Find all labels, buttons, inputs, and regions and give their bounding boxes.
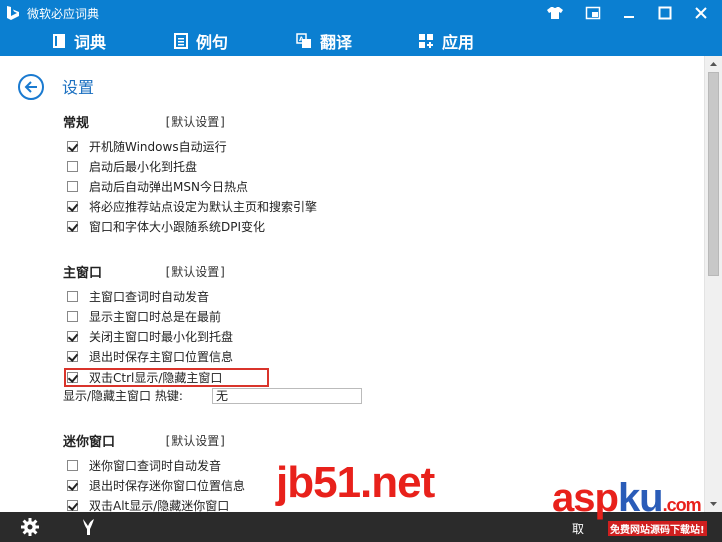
option-label: 主窗口查词时自动发音 bbox=[89, 289, 210, 304]
mini-mode-icon[interactable] bbox=[576, 0, 610, 26]
checkbox[interactable] bbox=[67, 310, 78, 322]
minimize-icon[interactable] bbox=[612, 0, 646, 26]
window-title: 微软必应词典 bbox=[27, 7, 100, 21]
book-icon bbox=[53, 34, 65, 48]
checkbox[interactable] bbox=[67, 180, 78, 192]
option-default-homepage[interactable]: 将必应推荐站点设定为默认主页和搜索引擎 bbox=[67, 198, 317, 214]
option-label: 将必应推荐站点设定为默认主页和搜索引擎 bbox=[89, 199, 318, 214]
option-mini-auto-pronounce[interactable]: 迷你窗口查词时自动发音 bbox=[67, 457, 221, 473]
bird-icon[interactable] bbox=[80, 517, 102, 537]
translate-icon: A bbox=[296, 33, 311, 48]
checkbox[interactable] bbox=[67, 330, 78, 342]
checkbox[interactable] bbox=[67, 350, 78, 362]
option-msn-hot[interactable]: 启动后自动弹出MSN今日热点 bbox=[67, 178, 248, 194]
maximize-icon[interactable] bbox=[648, 0, 682, 26]
checkbox[interactable] bbox=[67, 479, 78, 491]
watermark-aspku-b: ku bbox=[617, 476, 664, 520]
section-title-main-window: 主窗口 bbox=[63, 266, 103, 281]
checkbox[interactable] bbox=[67, 220, 78, 232]
title-bar: 微软必应词典 bbox=[0, 0, 722, 26]
examples-icon bbox=[174, 33, 188, 49]
highlight-box bbox=[64, 368, 269, 387]
option-label: 显示主窗口时总是在最前 bbox=[89, 309, 222, 324]
option-save-main-position[interactable]: 退出时保存主窗口位置信息 bbox=[67, 348, 233, 364]
settings-content: 设置 常规 [默认设置] 开机随Windows自动运行 启动后最小化到托盘 启动… bbox=[0, 56, 704, 512]
option-auto-pronounce[interactable]: 主窗口查词时自动发音 bbox=[67, 288, 209, 304]
scroll-thumb[interactable] bbox=[708, 72, 719, 276]
tab-dictionary-label: 词典 bbox=[74, 33, 107, 52]
tab-apps[interactable]: 应用 bbox=[418, 30, 474, 52]
scroll-up-arrow-icon[interactable] bbox=[705, 56, 722, 72]
vertical-scrollbar[interactable] bbox=[704, 56, 722, 512]
reset-mini-window-link[interactable]: [默认设置] bbox=[164, 432, 226, 449]
hotkey-input[interactable]: 无 bbox=[212, 388, 362, 404]
tab-translate[interactable]: A 翻译 bbox=[296, 30, 352, 52]
skin-icon[interactable] bbox=[538, 0, 572, 26]
option-label: 窗口和字体大小跟随系统DPI变化 bbox=[89, 219, 266, 234]
checkbox[interactable] bbox=[67, 459, 78, 471]
app-logo-icon bbox=[6, 5, 20, 21]
nav-bar: 词典 例句 A 翻译 应用 bbox=[0, 26, 722, 56]
option-label: 开机随Windows自动运行 bbox=[89, 139, 227, 154]
option-double-alt[interactable]: 双击Alt显示/隐藏迷你窗口 bbox=[67, 497, 229, 512]
option-save-mini-position[interactable]: 退出时保存迷你窗口位置信息 bbox=[67, 477, 245, 493]
checkbox[interactable] bbox=[67, 499, 78, 511]
back-button[interactable] bbox=[18, 74, 44, 100]
section-title-mini-window: 迷你窗口 bbox=[63, 435, 116, 450]
watermark-aspku-com: .com bbox=[662, 495, 702, 515]
watermark-aspku-sub: 免费网站源码下载站! bbox=[608, 521, 707, 536]
option-run-on-startup[interactable]: 开机随Windows自动运行 bbox=[67, 138, 227, 154]
watermark-jb51: jb51.net bbox=[276, 458, 435, 507]
reset-general-link[interactable]: [默认设置] bbox=[164, 113, 226, 130]
apps-icon bbox=[419, 34, 433, 48]
back-arrow-icon bbox=[24, 81, 37, 93]
option-label: 关闭主窗口时最小化到托盘 bbox=[89, 329, 234, 344]
option-label: 迷你窗口查词时自动发音 bbox=[89, 458, 222, 473]
checkbox[interactable] bbox=[67, 200, 78, 212]
page-title: 设置 bbox=[62, 78, 95, 97]
tab-dictionary[interactable]: 词典 bbox=[52, 30, 106, 52]
tab-translate-label: 翻译 bbox=[320, 33, 353, 52]
tab-examples[interactable]: 例句 bbox=[174, 30, 228, 52]
option-label: 启动后自动弹出MSN今日热点 bbox=[89, 179, 248, 194]
option-label: 双击Alt显示/隐藏迷你窗口 bbox=[89, 498, 230, 513]
checkbox[interactable] bbox=[67, 140, 78, 152]
option-label: 退出时保存主窗口位置信息 bbox=[89, 349, 234, 364]
cancel-button[interactable]: 取 bbox=[572, 520, 584, 537]
settings-gear-icon[interactable] bbox=[20, 517, 42, 537]
reset-main-window-link[interactable]: [默认设置] bbox=[164, 263, 226, 280]
section-title-general: 常规 bbox=[63, 116, 90, 131]
svg-text:A: A bbox=[299, 36, 304, 43]
scroll-down-arrow-icon[interactable] bbox=[705, 496, 722, 512]
close-icon[interactable] bbox=[684, 0, 718, 26]
option-close-to-tray[interactable]: 关闭主窗口时最小化到托盘 bbox=[67, 328, 233, 344]
checkbox[interactable] bbox=[67, 290, 78, 302]
watermark-aspku-a: asp bbox=[552, 476, 619, 520]
tab-apps-label: 应用 bbox=[442, 33, 475, 52]
option-label: 启动后最小化到托盘 bbox=[89, 159, 198, 174]
option-minimize-on-start[interactable]: 启动后最小化到托盘 bbox=[67, 158, 197, 174]
option-follow-dpi[interactable]: 窗口和字体大小跟随系统DPI变化 bbox=[67, 218, 265, 234]
checkbox[interactable] bbox=[67, 160, 78, 172]
option-always-on-top[interactable]: 显示主窗口时总是在最前 bbox=[67, 308, 221, 324]
option-label: 退出时保存迷你窗口位置信息 bbox=[89, 478, 246, 493]
tab-examples-label: 例句 bbox=[196, 33, 229, 52]
hotkey-label: 显示/隐藏主窗口 热键: bbox=[63, 389, 183, 403]
watermark-aspku: aspku.com bbox=[552, 476, 702, 521]
